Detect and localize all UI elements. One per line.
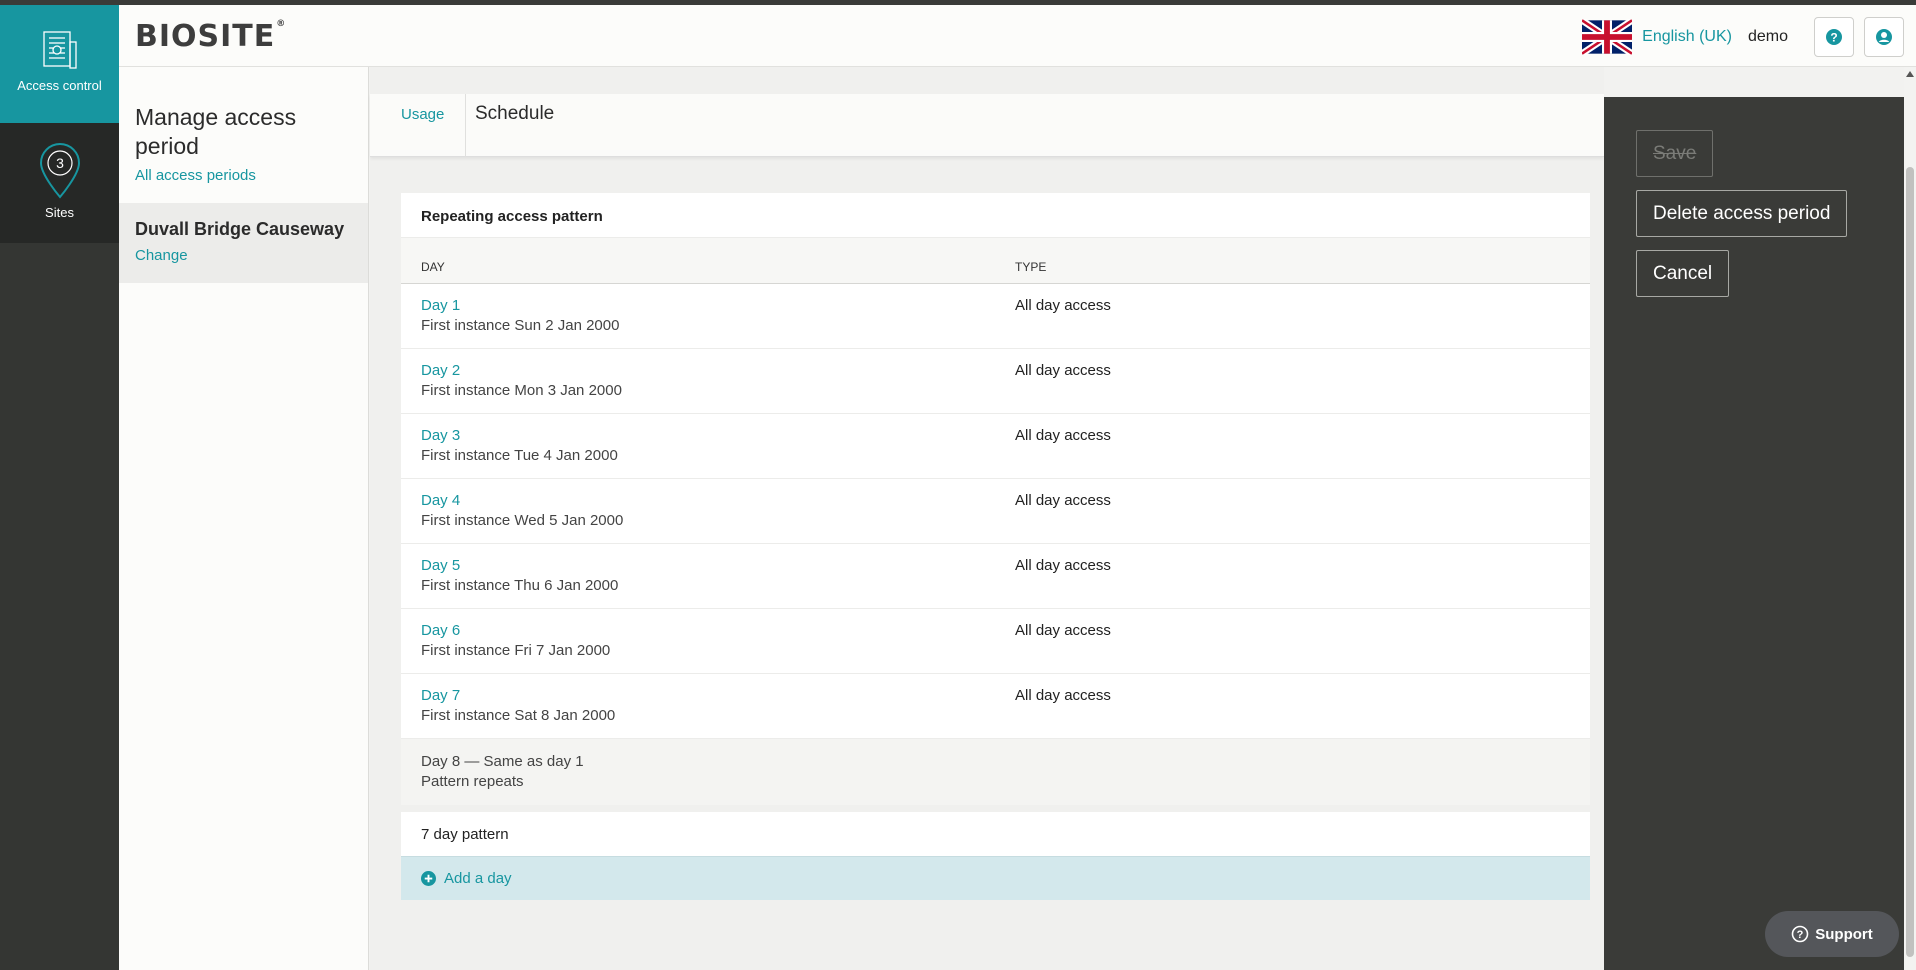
first-instance-date: First instance Sun 2 Jan 2000 (421, 317, 620, 334)
table-header: DAY TYPE (401, 238, 1590, 284)
table-body: Day 1 First instance Sun 2 Jan 2000 All da… (401, 284, 1590, 739)
actions-panel: Save Delete access period Cancel (1604, 97, 1904, 970)
day-link[interactable]: Day 2 (421, 362, 460, 379)
pattern-repeat-row: Day 8 — Same as day 1 Pattern repeats (401, 739, 1590, 805)
tab-usage[interactable]: Usage (401, 106, 444, 123)
first-instance-date: First instance Sat 8 Jan 2000 (421, 707, 616, 724)
table-row: Day 7 First instance Sat 8 Jan 2000 All da… (401, 674, 1590, 739)
access-type: All day access (1015, 687, 1111, 704)
nav-sites-label: Sites (45, 205, 74, 220)
scroll-up-arrow[interactable] (1906, 71, 1914, 77)
help-icon: ? (1826, 29, 1842, 45)
top-header: BIOSITE® English (UK) demo ? (119, 5, 1916, 67)
scrollbar[interactable] (1904, 67, 1916, 970)
day-link[interactable]: Day 3 (421, 427, 460, 444)
support-label: Support (1815, 925, 1873, 943)
language-selector[interactable]: English (UK) (1642, 28, 1732, 46)
support-button[interactable]: ? Support (1765, 911, 1899, 957)
table-row: Day 5 First instance Thu 6 Jan 2000 All da… (401, 544, 1590, 609)
all-access-periods-link[interactable]: All access periods (135, 167, 256, 184)
left-nav: Access control 3 Sites (0, 5, 119, 970)
site-name: Duvall Bridge Causeway (135, 219, 345, 239)
access-type: All day access (1015, 362, 1111, 379)
page-title: Manage access period (135, 104, 297, 159)
biosite-logo[interactable]: BIOSITE® (135, 19, 286, 54)
account-button[interactable] (1864, 17, 1904, 57)
first-instance-date: First instance Fri 7 Jan 2000 (421, 642, 611, 659)
sites-badge: 3 (56, 155, 64, 171)
user-name[interactable]: demo (1748, 28, 1788, 46)
nav-access-control-label: Access control (17, 78, 102, 93)
nav-sites[interactable]: 3 Sites (0, 123, 119, 243)
add-day-button[interactable]: Add a day (401, 856, 1590, 900)
day-link[interactable]: Day 1 (421, 297, 460, 314)
secondary-sidebar: Manage access period All access periods … (119, 67, 369, 970)
day-link[interactable]: Day 4 (421, 492, 460, 509)
first-instance-date: First instance Wed 5 Jan 2000 (421, 512, 624, 529)
repeating-pattern-card: Repeating access pattern DAY TYPE Day 1 F… (401, 193, 1590, 805)
svg-text:?: ? (1830, 31, 1837, 45)
plus-circle-icon (421, 871, 436, 886)
first-instance-date: First instance Mon 3 Jan 2000 (421, 382, 622, 399)
uk-flag-icon (1582, 19, 1633, 55)
tab-divider (465, 94, 466, 157)
repeat-note: Pattern repeats (421, 773, 524, 790)
table-row: Day 2 First instance Mon 3 Jan 2000 All da… (401, 349, 1590, 414)
day-link[interactable]: Day 6 (421, 622, 460, 639)
nav-access-control[interactable]: Access control (0, 5, 119, 123)
access-type: All day access (1015, 622, 1111, 639)
column-header-day: DAY (421, 260, 445, 274)
tab-schedule[interactable]: Schedule (475, 103, 554, 125)
first-instance-date: First instance Thu 6 Jan 2000 (421, 577, 619, 594)
table-row: Day 4 First instance Wed 5 Jan 2000 All da… (401, 479, 1590, 544)
scroll-thumb[interactable] (1906, 167, 1914, 957)
table-row: Day 1 First instance Sun 2 Jan 2000 All da… (401, 284, 1590, 349)
main-content: Usage Schedule Repeating access pattern … (370, 67, 1604, 970)
repeat-info: Day 8 — Same as day 1 (421, 753, 584, 770)
tab-bar: Usage Schedule (370, 94, 1604, 157)
pattern-length: 7 day pattern (401, 812, 1590, 856)
selected-site: Duvall Bridge Causeway Change (119, 203, 368, 283)
access-type: All day access (1015, 297, 1111, 314)
change-site-link[interactable]: Change (135, 247, 188, 264)
delete-access-period-button[interactable]: Delete access period (1636, 190, 1848, 237)
card-title: Repeating access pattern (401, 193, 1590, 238)
map-pin-icon: 3 (39, 143, 80, 199)
day-link[interactable]: Day 5 (421, 557, 460, 574)
user-icon (1876, 29, 1892, 45)
column-header-type: TYPE (1015, 260, 1047, 274)
add-day-label: Add a day (444, 870, 512, 887)
table-row: Day 6 First instance Fri 7 Jan 2000 All da… (401, 609, 1590, 674)
save-button[interactable]: Save (1636, 130, 1714, 177)
svg-text:?: ? (1797, 929, 1804, 941)
question-circle-icon: ? (1791, 925, 1809, 943)
access-type: All day access (1015, 427, 1111, 444)
help-button[interactable]: ? (1814, 17, 1854, 57)
access-type: All day access (1015, 492, 1111, 509)
first-instance-date: First instance Tue 4 Jan 2000 (421, 447, 618, 464)
access-type: All day access (1015, 557, 1111, 574)
day-link[interactable]: Day 7 (421, 687, 460, 704)
table-row: Day 3 First instance Tue 4 Jan 2000 All da… (401, 414, 1590, 479)
access-control-icon (42, 31, 77, 69)
cancel-button[interactable]: Cancel (1636, 250, 1730, 297)
